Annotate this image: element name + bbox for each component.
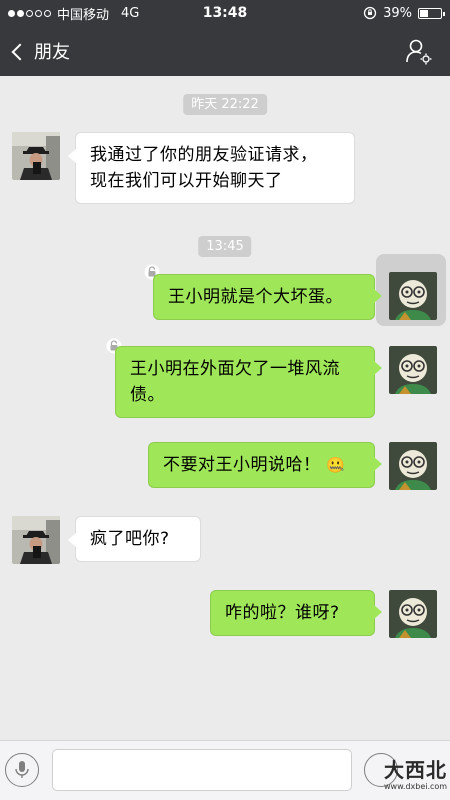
my-avatar[interactable] <box>389 442 437 490</box>
message-bubble[interactable]: 疯了吧你? <box>68 516 201 562</box>
message-text: 咋的啦？谁呀? <box>225 603 340 623</box>
voice-input-button[interactable] <box>5 753 39 787</box>
friend-avatar[interactable] <box>12 516 60 564</box>
nav-bar: 朋友 <box>0 26 450 76</box>
message-text: 疯了吧你? <box>90 529 170 549</box>
network-type: 4G <box>121 5 140 21</box>
message-bubble[interactable]: 我通过了你的朋友验证请求， 现在我们可以开始聊天了 <box>68 132 355 204</box>
watermark-text: 大西北 <box>384 758 447 782</box>
message-bubble[interactable]: 王小明在外面欠了一堆风流 债。 <box>115 346 382 418</box>
message-input[interactable] <box>52 749 352 791</box>
watermark-url: www.dxbei.com <box>384 782 448 791</box>
battery-percent: 39% <box>383 5 412 21</box>
input-bar <box>0 740 450 800</box>
rotation-lock-icon <box>363 6 377 20</box>
timestamp: 13:45 <box>198 236 252 257</box>
timestamp: 昨天 22:22 <box>183 94 267 115</box>
message-text: 我通过了你的朋友验证请求， <box>90 145 318 165</box>
message-bubble[interactable]: 不要对王小明说哈！ 🤐 <box>148 442 382 488</box>
message-text: 王小明就是个大坏蛋。 <box>168 287 343 307</box>
message-bubble[interactable]: 咋的啦？谁呀? <box>210 590 382 636</box>
message-bubble[interactable]: 王小明就是个大坏蛋。 <box>153 274 382 320</box>
message-text: 不要对王小明说哈！ <box>163 455 321 475</box>
message-text: 现在我们可以开始聊天了 <box>90 171 283 191</box>
my-avatar[interactable] <box>389 346 437 394</box>
signal-icon <box>8 9 51 17</box>
site-watermark-logo: 大西北 www.dxbei.com <box>384 752 450 800</box>
status-bar: 中国移动 4G 13:48 39% <box>0 0 450 26</box>
back-button[interactable]: 朋友 <box>0 26 70 76</box>
message-text: 债。 <box>130 385 165 405</box>
battery-icon <box>418 7 445 19</box>
my-avatar[interactable] <box>389 590 437 638</box>
microphone-icon <box>15 761 29 778</box>
chat-title: 朋友 <box>34 42 70 63</box>
chevron-left-icon <box>11 43 29 60</box>
chat-area[interactable]: 昨天 22:22 我通过了你的朋友验证请求， 现在我们可以开始聊天了 13:45… <box>0 76 450 740</box>
contact-info-icon[interactable] <box>404 36 434 66</box>
friend-avatar[interactable] <box>12 132 60 180</box>
zipper-mouth-emoji-icon: 🤐 <box>326 456 346 474</box>
message-text: 王小明在外面欠了一堆风流 <box>130 359 340 379</box>
my-avatar[interactable] <box>389 272 437 320</box>
carrier-name: 中国移动 <box>57 7 110 23</box>
